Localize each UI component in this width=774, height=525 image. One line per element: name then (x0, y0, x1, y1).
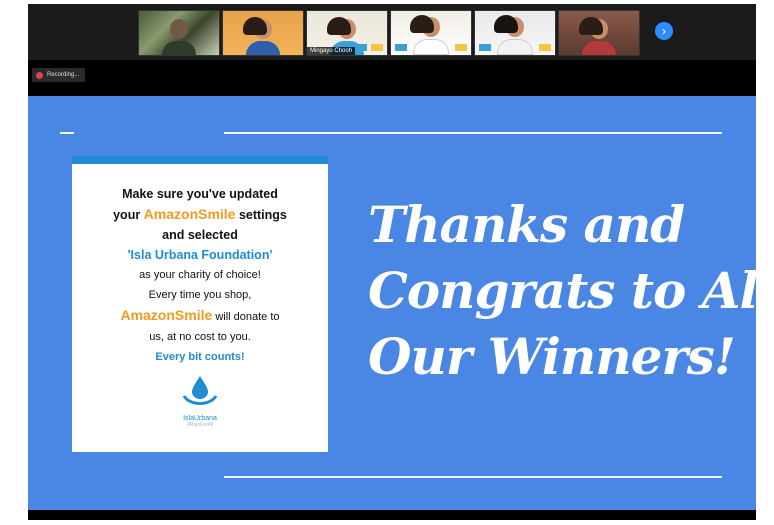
logo-icon (539, 44, 551, 51)
recording-bar: Recording... (28, 60, 756, 96)
divider (60, 132, 74, 134)
logo-icon (479, 44, 491, 51)
charity-card: Make sure you've updated your AmazonSmil… (72, 156, 328, 452)
logo-icon (395, 44, 407, 51)
amazonsmile-brand: AmazonSmile (143, 206, 236, 222)
chevron-right-icon[interactable]: › (655, 22, 673, 40)
recording-indicator[interactable]: Recording... (32, 68, 86, 82)
divider (224, 476, 722, 478)
participant-tile[interactable] (138, 10, 220, 56)
headline-line: Thanks and (368, 195, 685, 254)
headline-line: Our Winners! (368, 327, 736, 386)
participant-tile[interactable] (474, 10, 556, 56)
headline-line: Congrats to All (368, 261, 756, 320)
record-icon (36, 71, 43, 79)
participant-tile[interactable] (558, 10, 640, 56)
card-text: Make sure you've updated your AmazonSmil… (72, 164, 328, 367)
participant-name: Mingayu Chooh (307, 47, 356, 55)
water-drop-icon (182, 376, 218, 405)
participant-video (243, 17, 280, 55)
logo-name: IslaUrbana (183, 415, 217, 422)
headline: Thanks and Congrats to All Our Winners! (368, 192, 756, 390)
card-header-bar (72, 156, 328, 164)
charity-name: 'Isla Urbana Foundation' (127, 248, 273, 262)
participant-video (410, 15, 449, 55)
logo-tagline: #RainForAll (186, 422, 214, 428)
card-line: Make sure you've updated (122, 187, 278, 201)
card-line: Every time you shop, (148, 289, 252, 301)
isla-urbana-logo: IslaUrbana #RainForAll (176, 374, 224, 428)
logo-icon (355, 44, 367, 51)
logo-icon (371, 44, 383, 51)
participant-tile[interactable] (390, 10, 472, 56)
participant-tile[interactable]: Mingayu Chooh (306, 10, 388, 56)
participant-video (494, 15, 533, 55)
card-line: AmazonSmile will donate to (120, 307, 280, 323)
bottom-bar (28, 510, 756, 520)
recording-label: Recording... (47, 72, 80, 78)
logo-icon (455, 44, 467, 51)
card-line: as your charity of choice! (139, 269, 261, 281)
participant-tile[interactable] (222, 10, 304, 56)
card-tagline: Every bit counts! (155, 351, 245, 363)
card-line: and selected (162, 228, 238, 242)
shared-slide: Make sure you've updated your AmazonSmil… (28, 96, 756, 510)
card-line: us, at no cost to you. (149, 331, 251, 343)
participant-video (162, 19, 196, 55)
divider (224, 132, 722, 134)
card-line: your AmazonSmile settings (113, 206, 287, 222)
participant-strip: Mingayu Chooh › (28, 4, 756, 60)
amazonsmile-brand: AmazonSmile (120, 307, 213, 323)
participant-video (579, 17, 616, 55)
meeting-window: Mingayu Chooh › Recording... Make sure y… (28, 4, 756, 520)
